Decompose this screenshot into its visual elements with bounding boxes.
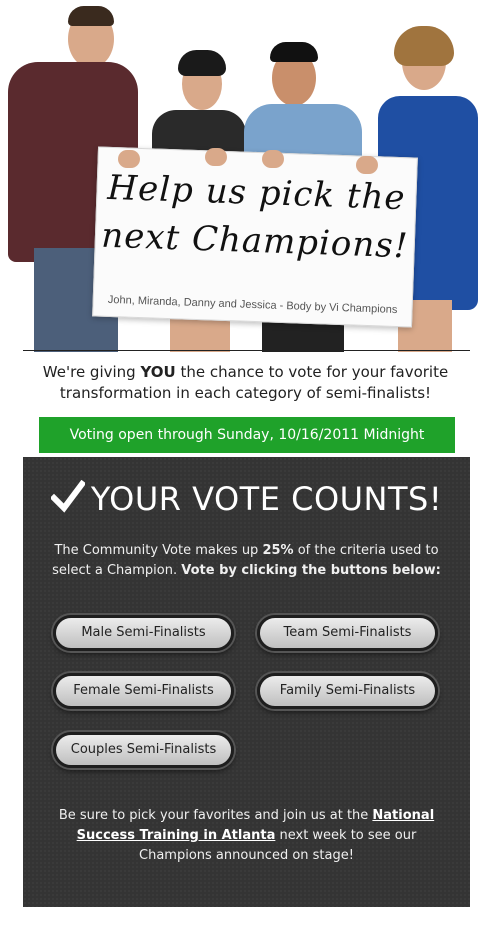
desc-percent: 25% xyxy=(262,543,294,558)
intro-pre: We're giving xyxy=(42,363,141,381)
checkmark-icon xyxy=(50,480,85,513)
family-semi-finalists-button[interactable]: Family Semi-Finalists xyxy=(257,673,438,709)
panel-description: The Community Vote makes up 25% of the c… xyxy=(43,541,450,581)
hero-photo: Help us pick the next Champions! John, M… xyxy=(0,0,491,352)
panel-title-text: YOUR VOTE COUNTS! xyxy=(90,480,443,518)
female-semi-finalists-button[interactable]: Female Semi-Finalists xyxy=(53,673,234,709)
panel-title: YOUR VOTE COUNTS! xyxy=(23,477,470,521)
sign-caption: John, Miranda, Danny and Jessica - Body … xyxy=(107,293,398,317)
sign-headline: Help us pick the next Champions! xyxy=(95,163,416,270)
desc-pre: The Community Vote makes up xyxy=(54,543,263,558)
intro-you: YOU xyxy=(140,363,176,381)
voting-open-banner: Voting open through Sunday, 10/16/2011 M… xyxy=(39,417,455,453)
footer-pre: Be sure to pick your favorites and join … xyxy=(58,808,373,823)
intro-text: We're giving YOU the chance to vote for … xyxy=(0,362,491,404)
vote-panel: YOUR VOTE COUNTS! The Community Vote mak… xyxy=(23,457,470,907)
male-semi-finalists-button[interactable]: Male Semi-Finalists xyxy=(53,615,234,651)
couples-semi-finalists-button[interactable]: Couples Semi-Finalists xyxy=(53,732,234,768)
desc-cta: Vote by clicking the buttons below: xyxy=(181,563,441,578)
sign-line-2: next Champions! xyxy=(100,215,410,267)
intro-line-2: transformation in each category of semi-… xyxy=(59,384,432,402)
team-semi-finalists-button[interactable]: Team Semi-Finalists xyxy=(257,615,438,651)
divider xyxy=(23,350,470,351)
panel-footer: Be sure to pick your favorites and join … xyxy=(43,806,450,866)
intro-post: the chance to vote for your favorite xyxy=(175,363,449,381)
